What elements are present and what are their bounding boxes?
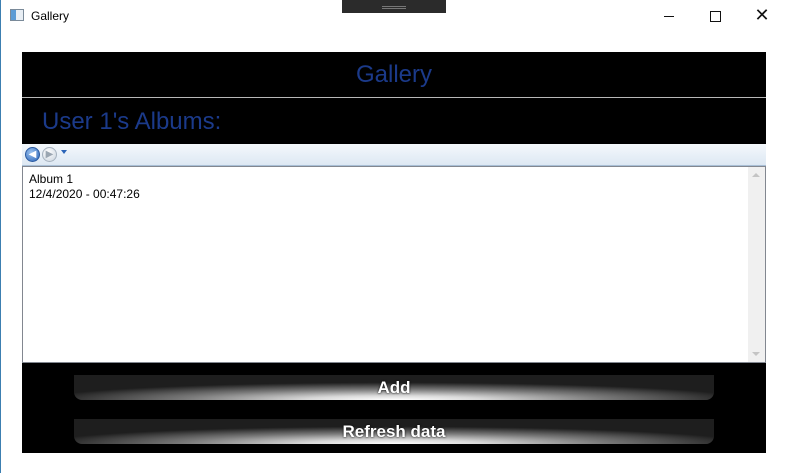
main-content: Gallery User 1's Albums: ◀ ▶ Album 1 12/… (22, 52, 766, 453)
app-window: Gallery ✕ Gallery User 1's Albums: ◀ ▶ A… (0, 0, 785, 473)
add-button[interactable]: Add (74, 375, 714, 400)
scroll-down-icon[interactable] (752, 352, 760, 356)
button-panel: Add Refresh data (22, 363, 766, 453)
header-divider (22, 97, 766, 98)
maximize-icon (709, 10, 721, 22)
list-item[interactable]: Album 1 12/4/2020 - 00:47:26 (29, 172, 140, 202)
album-list[interactable]: Album 1 12/4/2020 - 00:47:26 (22, 166, 766, 363)
vertical-scrollbar[interactable] (748, 167, 765, 362)
chevron-down-icon[interactable] (61, 150, 67, 154)
window-title: Gallery (31, 9, 70, 23)
drag-handle[interactable] (342, 0, 446, 13)
maximize-button[interactable] (692, 0, 738, 32)
close-button[interactable]: ✕ (739, 0, 785, 32)
album-name: Album 1 (29, 172, 74, 186)
back-arrow-icon[interactable]: ◀ (25, 147, 40, 162)
refresh-data-button[interactable]: Refresh data (74, 419, 714, 444)
browser-nav-bar: ◀ ▶ (22, 144, 766, 166)
scroll-up-icon[interactable] (752, 173, 760, 177)
minimize-icon (664, 15, 674, 17)
title-bar[interactable]: Gallery ✕ (1, 0, 785, 32)
minimize-button[interactable] (646, 0, 692, 32)
album-date: 12/4/2020 - 00:47:26 (29, 187, 140, 201)
albums-heading: User 1's Albums: (42, 108, 222, 135)
forward-arrow-icon[interactable]: ▶ (42, 147, 57, 162)
page-title: Gallery (355, 60, 433, 88)
app-window-icon (10, 9, 24, 21)
close-icon: ✕ (754, 5, 770, 26)
